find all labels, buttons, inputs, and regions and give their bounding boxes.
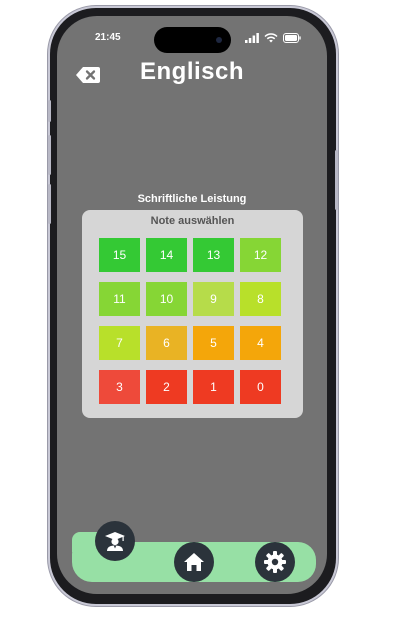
grade-option-9[interactable]: 9 bbox=[193, 282, 234, 316]
grade-option-5[interactable]: 5 bbox=[193, 326, 234, 360]
graduate-icon bbox=[105, 532, 125, 551]
status-bar: 21:45 bbox=[57, 27, 327, 53]
grade-grid: 15 14 13 12 11 10 9 8 7 6 5 4 3 2 1 0 bbox=[99, 238, 281, 404]
grade-option-4[interactable]: 4 bbox=[240, 326, 281, 360]
grade-option-14[interactable]: 14 bbox=[146, 238, 187, 272]
grade-option-1[interactable]: 1 bbox=[193, 370, 234, 404]
grade-option-0[interactable]: 0 bbox=[240, 370, 281, 404]
grade-option-2[interactable]: 2 bbox=[146, 370, 187, 404]
gear-icon bbox=[264, 551, 286, 573]
app-screen: 21:45 Englisch Schriftliche Leistung Not… bbox=[57, 16, 327, 594]
grade-option-7[interactable]: 7 bbox=[99, 326, 140, 360]
nav-home-button[interactable] bbox=[174, 542, 214, 582]
status-icons bbox=[245, 33, 301, 43]
nav-settings-button[interactable] bbox=[255, 542, 295, 582]
side-button bbox=[48, 135, 51, 175]
grade-option-11[interactable]: 11 bbox=[99, 282, 140, 316]
side-button bbox=[48, 184, 51, 224]
page-title: Englisch bbox=[139, 58, 245, 85]
status-time: 21:45 bbox=[95, 32, 121, 43]
section-label: Schriftliche Leistung bbox=[137, 193, 247, 205]
header: Englisch bbox=[57, 56, 327, 92]
battery-icon bbox=[283, 33, 301, 43]
grade-option-12[interactable]: 12 bbox=[240, 238, 281, 272]
nav-profile-button[interactable] bbox=[95, 521, 135, 561]
side-button bbox=[48, 100, 51, 122]
grade-option-10[interactable]: 10 bbox=[146, 282, 187, 316]
wifi-icon bbox=[264, 33, 278, 43]
grade-picker-card: Note auswählen 15 14 13 12 11 10 9 8 7 6 5 4 3 2 1 0 bbox=[82, 210, 303, 418]
signal-icon bbox=[245, 33, 259, 43]
grade-option-13[interactable]: 13 bbox=[193, 238, 234, 272]
grade-option-8[interactable]: 8 bbox=[240, 282, 281, 316]
side-button bbox=[335, 150, 338, 210]
grade-picker-title: Note auswählen bbox=[150, 215, 235, 227]
dynamic-island bbox=[154, 27, 231, 53]
grade-option-3[interactable]: 3 bbox=[99, 370, 140, 404]
home-icon bbox=[184, 553, 204, 571]
grade-option-6[interactable]: 6 bbox=[146, 326, 187, 360]
grade-option-15[interactable]: 15 bbox=[99, 238, 140, 272]
